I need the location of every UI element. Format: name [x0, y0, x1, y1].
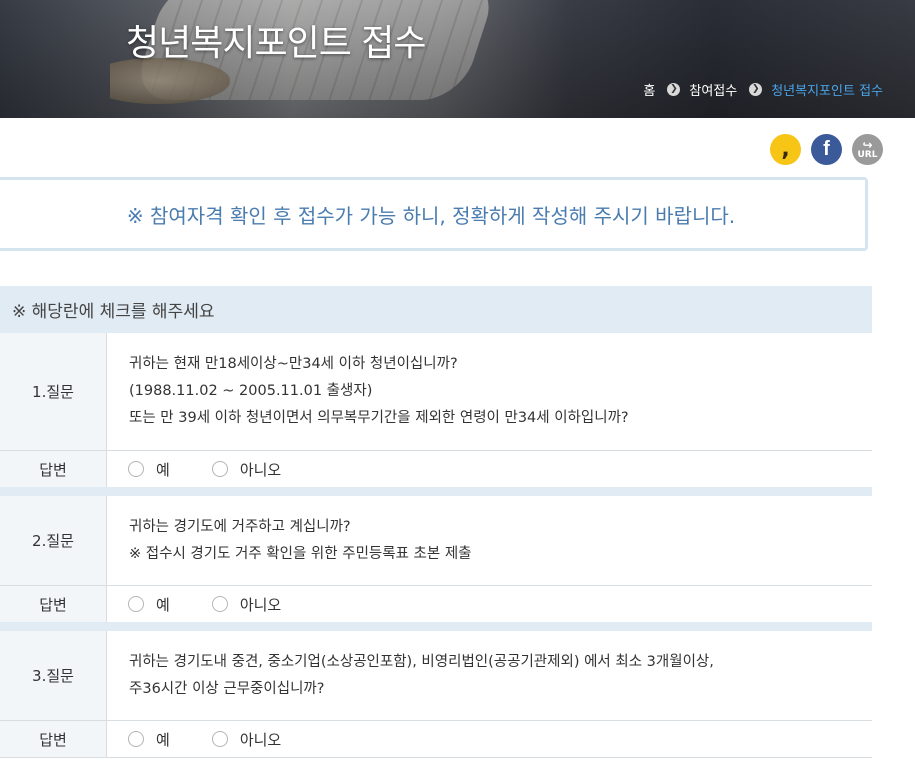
- question-text: 귀하는 경기도내 중견, 중소기업(소상공인포함), 비영리법인(공공기관제외)…: [107, 631, 714, 720]
- share-arrow-icon: ↪: [862, 137, 873, 152]
- answer-options: 예 아니오: [107, 721, 323, 757]
- answer-options: 예 아니오: [107, 451, 323, 487]
- notice-text: ※ 참여자격 확인 후 접수가 가능 하니, 정확하게 작성해 주시기 바랍니다…: [126, 203, 736, 228]
- question-label: 3.질문: [0, 631, 107, 720]
- option-no-label: 아니오: [239, 460, 282, 479]
- answer-row: 답변 예 아니오: [0, 451, 872, 488]
- option-yes[interactable]: 예: [128, 729, 170, 750]
- question-text: 귀하는 경기도에 거주하고 계십니까? ※ 접수시 경기도 거주 확인을 위한 …: [107, 496, 472, 585]
- option-yes-label: 예: [156, 595, 170, 614]
- kakaostory-icon[interactable]: ,: [770, 134, 801, 165]
- question-line: ※ 접수시 경기도 거주 확인을 위한 주민등록표 초본 제출: [129, 545, 472, 562]
- radio-no[interactable]: [211, 596, 228, 612]
- question-line: 귀하는 경기도에 거주하고 계십니까?: [129, 518, 351, 535]
- answer-options: 예 아니오: [107, 586, 323, 622]
- question-line: 귀하는 현재 만18세이상~만34세 이하 청년이십니까?: [129, 356, 458, 372]
- answer-row: 답변 예 아니오: [0, 721, 872, 758]
- question-row: 1.질문 귀하는 현재 만18세이상~만34세 이하 청년이십니까? (1988…: [0, 333, 872, 451]
- question-line: 또는 만 39세 이하 청년이면서 의무복무기간을 제외한 연령이 만34세 이…: [129, 410, 629, 426]
- question-label: 2.질문: [0, 496, 107, 585]
- question-line: 주36시간 이상 근무중이십니까?: [129, 680, 325, 697]
- question-line: 귀하는 경기도내 중견, 중소기업(소상공인포함), 비영리법인(공공기관제외)…: [129, 653, 714, 670]
- chevron-right-icon: ❯: [749, 83, 763, 96]
- radio-no[interactable]: [211, 461, 228, 477]
- radio-no[interactable]: [211, 731, 228, 747]
- question-row: 3.질문 귀하는 경기도내 중견, 중소기업(소상공인포함), 비영리법인(공공…: [0, 631, 872, 721]
- notice-box: ※ 참여자격 확인 후 접수가 가능 하니, 정확하게 작성해 주시기 바랍니다…: [0, 177, 868, 251]
- radio-yes[interactable]: [128, 731, 144, 747]
- option-yes-label: 예: [156, 460, 170, 479]
- url-share-label: URL: [857, 149, 878, 160]
- question-line: (1988.11.02 ~ 2005.11.01 출생자): [129, 383, 373, 399]
- breadcrumb-current: 청년복지포인트 접수: [771, 84, 883, 99]
- option-no-label: 아니오: [239, 595, 282, 614]
- radio-yes[interactable]: [128, 596, 144, 612]
- option-no[interactable]: 아니오: [211, 594, 282, 615]
- option-no[interactable]: 아니오: [211, 729, 282, 750]
- option-no[interactable]: 아니오: [211, 459, 282, 480]
- question-block-3: 3.질문 귀하는 경기도내 중견, 중소기업(소상공인포함), 비영리법인(공공…: [0, 631, 872, 758]
- facebook-icon[interactable]: f: [811, 134, 842, 165]
- option-no-label: 아니오: [239, 730, 282, 749]
- option-yes-label: 예: [156, 730, 170, 749]
- breadcrumb: 홈 ❯ 참여접수 ❯ 청년복지포인트 접수: [643, 80, 883, 99]
- header-banner: 청년복지포인트 접수 홈 ❯ 참여접수 ❯ 청년복지포인트 접수: [0, 0, 915, 118]
- question-text: 귀하는 현재 만18세이상~만34세 이하 청년이십니까? (1988.11.0…: [107, 333, 629, 450]
- chevron-right-icon: ❯: [667, 83, 681, 96]
- answer-row: 답변 예 아니오: [0, 586, 872, 623]
- question-label: 1.질문: [0, 333, 107, 450]
- share-bar: , f ↪ URL: [770, 134, 883, 165]
- breadcrumb-participation[interactable]: 참여접수: [689, 80, 737, 99]
- section-header: ※ 해당란에 체크를 해주세요: [0, 286, 872, 333]
- answer-label: 답변: [0, 586, 107, 622]
- block-divider: [0, 622, 872, 631]
- url-share-icon[interactable]: ↪ URL: [852, 134, 883, 165]
- breadcrumb-home[interactable]: 홈: [643, 80, 655, 99]
- question-block-1: 1.질문 귀하는 현재 만18세이상~만34세 이하 청년이십니까? (1988…: [0, 333, 872, 488]
- answer-label: 답변: [0, 451, 107, 487]
- option-yes[interactable]: 예: [128, 459, 170, 480]
- block-divider: [0, 487, 872, 496]
- answer-label: 답변: [0, 721, 107, 757]
- question-block-2: 2.질문 귀하는 경기도에 거주하고 계십니까? ※ 접수시 경기도 거주 확인…: [0, 496, 872, 623]
- option-yes[interactable]: 예: [128, 594, 170, 615]
- question-row: 2.질문 귀하는 경기도에 거주하고 계십니까? ※ 접수시 경기도 거주 확인…: [0, 496, 872, 586]
- section-title: ※ 해당란에 체크를 해주세요: [12, 302, 215, 322]
- radio-yes[interactable]: [128, 461, 144, 477]
- page-title: 청년복지포인트 접수: [126, 23, 427, 64]
